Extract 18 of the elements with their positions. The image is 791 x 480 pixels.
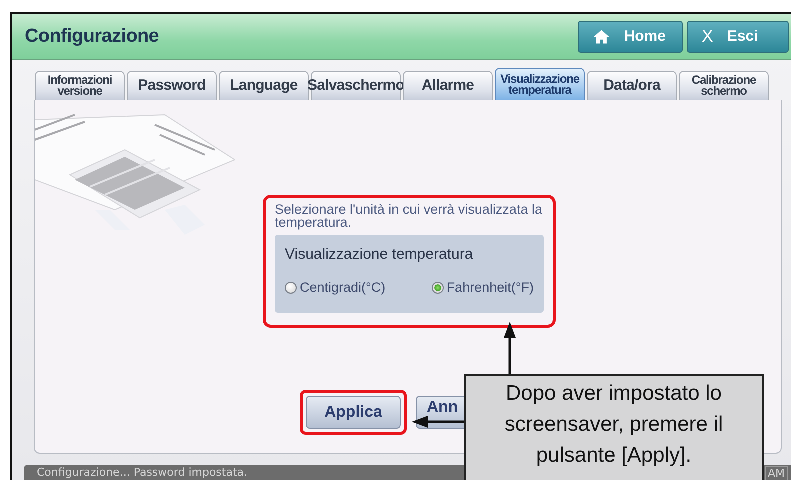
pointer-arrow bbox=[412, 416, 464, 428]
pointer-arrow bbox=[504, 322, 516, 374]
settings-tab[interactable]: Language bbox=[219, 71, 309, 100]
settings-tab[interactable]: Allarme bbox=[403, 71, 493, 100]
home-icon bbox=[593, 28, 610, 44]
settings-tab[interactable]: Visualizzazione temperatura bbox=[495, 68, 585, 100]
instruction-text: Selezionare l'unità in cui verrà visualizzata la temperatura. bbox=[275, 203, 544, 229]
status-message: Configurazione... Password impostata. bbox=[37, 466, 248, 480]
settings-tab[interactable]: Data/ora bbox=[587, 71, 677, 100]
radio-option[interactable]: Centigradi(°C) bbox=[285, 280, 386, 295]
window-title: Configurazione bbox=[25, 26, 160, 48]
callout-box: Dopo aver impostato lo screensaver, premere il pulsante [Apply]. bbox=[464, 374, 764, 480]
settings-tab[interactable]: Calibrazione schermo bbox=[679, 71, 769, 100]
apply-button[interactable]: Applica bbox=[306, 396, 401, 429]
group-title: Visualizzazione temperatura bbox=[285, 246, 474, 263]
radio-option[interactable]: Fahrenheit(°F) bbox=[432, 280, 534, 295]
settings-tab[interactable]: Informazioni versione bbox=[35, 71, 125, 100]
settings-tab[interactable]: Password bbox=[127, 71, 217, 100]
